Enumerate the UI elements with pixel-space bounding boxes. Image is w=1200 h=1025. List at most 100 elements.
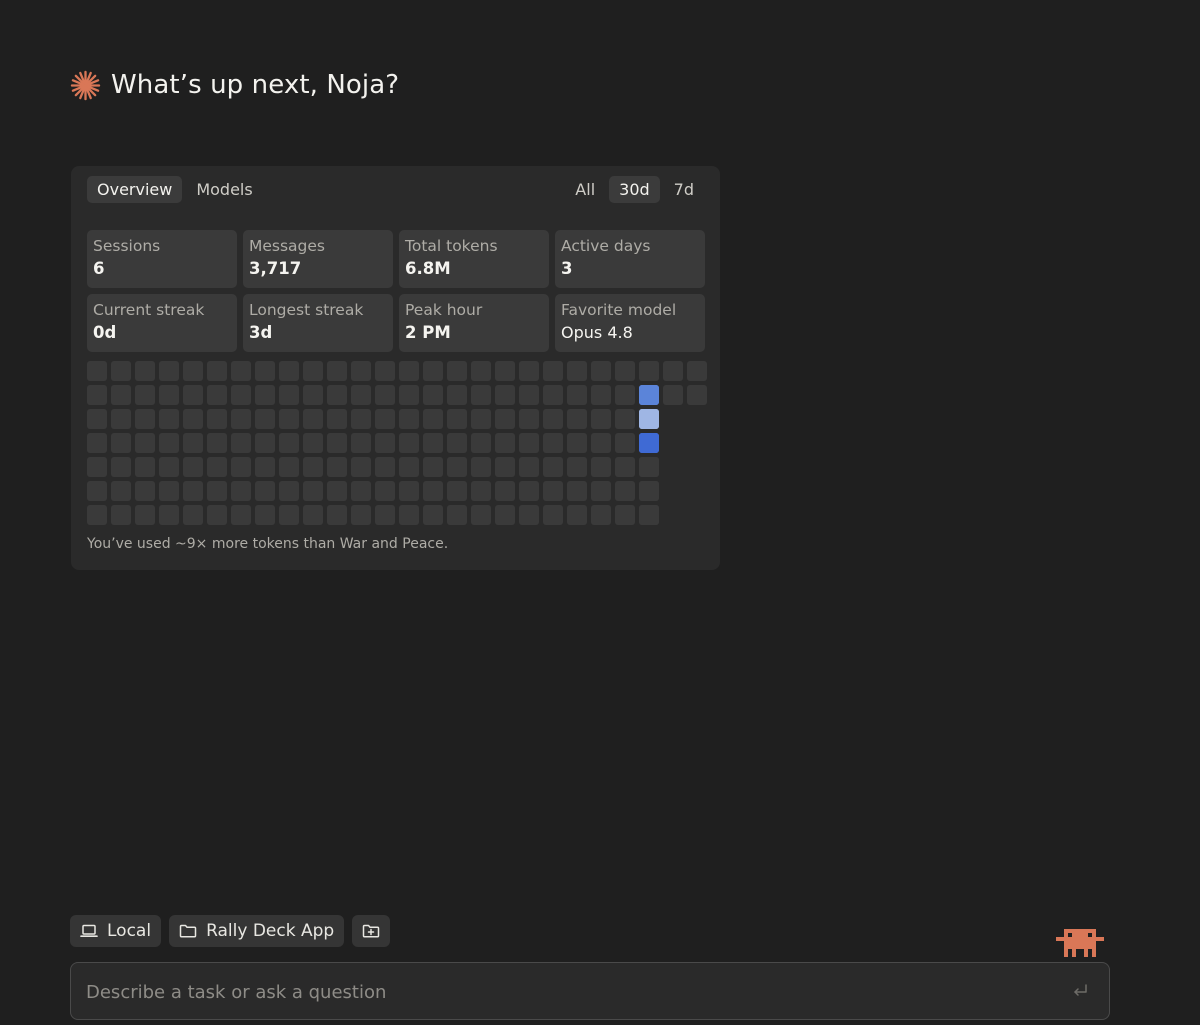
heatmap-cell — [687, 385, 707, 405]
heatmap-cell — [495, 457, 515, 477]
heatmap-cell — [207, 409, 227, 429]
range-30d[interactable]: 30d — [609, 176, 660, 203]
stat-value: 3,717 — [249, 259, 302, 278]
stat-value: 6 — [93, 259, 105, 278]
heatmap-cell — [255, 481, 275, 501]
heatmap-cell — [303, 385, 323, 405]
heatmap-cell — [159, 433, 179, 453]
heatmap-cell — [399, 385, 419, 405]
heatmap-cell — [399, 361, 419, 381]
heatmap-cell — [639, 385, 659, 405]
project-folder-button[interactable]: Rally Deck App — [169, 915, 345, 947]
heatmap-cell — [567, 361, 587, 381]
heatmap-cell — [351, 385, 371, 405]
heatmap-cell — [399, 433, 419, 453]
heatmap-cell — [255, 409, 275, 429]
stat-value: 2 PM — [405, 323, 451, 342]
usage-stats-panel: Overview Models All 30d 7d Sessions 6 Me… — [71, 166, 720, 570]
heatmap-cell — [183, 481, 203, 501]
heatmap-cell — [159, 385, 179, 405]
heatmap-cell — [183, 409, 203, 429]
heatmap-cell — [591, 457, 611, 477]
enter-icon[interactable] — [1071, 982, 1089, 1000]
heatmap-cell — [423, 361, 443, 381]
heatmap-cell — [207, 361, 227, 381]
heatmap-cell — [543, 361, 563, 381]
heatmap-cell — [639, 481, 659, 501]
heatmap-cell — [231, 361, 251, 381]
heatmap-cell — [423, 481, 443, 501]
heatmap-cell — [687, 361, 707, 381]
heatmap-cell — [543, 385, 563, 405]
heatmap-cell — [591, 505, 611, 525]
heatmap-cell — [399, 505, 419, 525]
heatmap-cell — [495, 433, 515, 453]
heatmap-cell — [327, 361, 347, 381]
heatmap-cell — [375, 433, 395, 453]
tab-models[interactable]: Models — [186, 176, 262, 203]
heatmap-cell — [399, 409, 419, 429]
heatmap-cell — [135, 505, 155, 525]
range-7d[interactable]: 7d — [664, 176, 704, 203]
local-button[interactable]: Local — [70, 915, 162, 947]
heatmap-cell — [351, 481, 371, 501]
add-folder-button[interactable] — [352, 915, 391, 947]
heatmap-cell — [591, 361, 611, 381]
stat-value: Opus 4.8 — [561, 323, 633, 342]
heatmap-cell — [519, 361, 539, 381]
stat-label: Favorite model — [561, 301, 677, 319]
heatmap-cell — [183, 385, 203, 405]
stat-label: Messages — [249, 237, 326, 255]
heatmap-cell — [399, 481, 419, 501]
heatmap-cell — [543, 409, 563, 429]
range-all[interactable]: All — [565, 176, 605, 203]
heatmap-cell — [567, 409, 587, 429]
stat-label: Peak hour — [405, 301, 483, 319]
heatmap-cell — [255, 433, 275, 453]
stat-active-days: Active days 3 — [555, 230, 705, 288]
heatmap-cell — [543, 481, 563, 501]
heatmap-cell — [87, 505, 107, 525]
stat-longest-streak: Longest streak 3d — [243, 294, 393, 352]
heatmap-cell — [567, 385, 587, 405]
heatmap-cell — [183, 505, 203, 525]
heatmap-cell — [639, 457, 659, 477]
heatmap-cell — [279, 385, 299, 405]
heatmap-cell — [495, 481, 515, 501]
local-label: Local — [107, 921, 152, 941]
heatmap-cell — [111, 385, 131, 405]
project-label: Rally Deck App — [206, 921, 335, 941]
heatmap-cell — [183, 433, 203, 453]
heatmap-cell — [447, 505, 467, 525]
prompt-input[interactable] — [84, 963, 1048, 1021]
heatmap-cell — [375, 481, 395, 501]
heatmap-cell — [87, 433, 107, 453]
heatmap-cell — [279, 505, 299, 525]
heatmap-cell — [327, 433, 347, 453]
stat-label: Sessions — [93, 237, 161, 255]
heatmap-cell — [543, 505, 563, 525]
heatmap-cell — [471, 385, 491, 405]
stat-total-tokens: Total tokens 6.8M — [399, 230, 549, 288]
heatmap-cell — [471, 505, 491, 525]
tab-overview[interactable]: Overview — [87, 176, 183, 203]
stat-label: Active days — [561, 237, 651, 255]
heatmap-cell — [375, 505, 395, 525]
heatmap-cell — [447, 481, 467, 501]
heatmap-cell — [471, 457, 491, 477]
home-page: What’s up next, Noja? Overview Models Al… — [0, 0, 1200, 1025]
stat-messages: Messages 3,717 — [243, 230, 393, 288]
panel-tabs: Overview Models — [87, 176, 263, 203]
sparkle-icon — [70, 70, 101, 100]
heatmap-cell — [495, 505, 515, 525]
pixel-creature-icon — [1056, 929, 1104, 957]
heatmap-cell — [375, 409, 395, 429]
prompt-input-box — [70, 962, 1110, 1021]
heatmap-cell — [615, 385, 635, 405]
heatmap-cell — [399, 457, 419, 477]
heatmap-cell — [279, 409, 299, 429]
stats-grid: Sessions 6 Messages 3,717 Total tokens 6… — [87, 230, 705, 352]
heatmap-cell — [567, 481, 587, 501]
stat-label: Current streak — [93, 301, 205, 319]
heatmap-cell — [231, 505, 251, 525]
